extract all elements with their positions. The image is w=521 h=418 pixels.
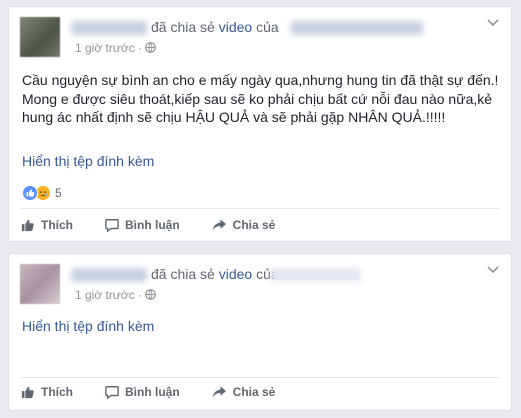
timestamp[interactable]: 1 giờ trước <box>75 288 135 302</box>
post-text: Cầu nguyện sự bình an cho e mấy ngày qua… <box>22 72 499 125</box>
post-meta: 1 giờ trước · <box>75 41 156 55</box>
share-label: Chia sẻ <box>232 385 276 399</box>
show-attachment-link[interactable]: Hiển thị tệp đính kèm <box>22 318 154 334</box>
share-label: Chia sẻ <box>232 218 276 232</box>
of-text: của <box>256 19 279 35</box>
avatar[interactable] <box>20 17 60 57</box>
video-link[interactable]: video <box>219 19 252 35</box>
author-name-blurred[interactable] <box>71 268 147 282</box>
post-card: đã chia sẻ video của 1 giờ trước · Cầu ng… <box>8 6 512 242</box>
like-button[interactable]: Thích <box>21 218 73 232</box>
post-header: đã chia sẻ video của 1 giờ trước · <box>9 7 511 61</box>
post-headline: đã chia sẻ video của <box>151 266 279 282</box>
show-attachment-link[interactable]: Hiển thị tệp đính kèm <box>22 153 154 169</box>
comment-button[interactable]: Bình luận <box>105 385 180 399</box>
post-meta: 1 giờ trước · <box>75 288 156 302</box>
share-action-text: đã chia sẻ <box>151 19 215 35</box>
globe-icon <box>144 289 156 300</box>
post-headline: đã chia sẻ video của <box>151 19 279 35</box>
share-button[interactable]: Chia sẻ <box>212 218 276 232</box>
avatar[interactable] <box>20 264 60 304</box>
divider <box>21 208 499 209</box>
post-actions: Thích Bình luận Chia sẻ <box>21 218 307 232</box>
like-label: Thích <box>41 218 73 232</box>
post-actions: Thích Bình luận Chia sẻ <box>21 385 307 399</box>
share-action-text: đã chia sẻ <box>151 266 215 282</box>
comment-icon <box>105 386 119 399</box>
reaction-count: 5 <box>55 186 62 200</box>
post-card: đã chia sẻ video của 1 giờ trước · Hiển t… <box>8 253 512 411</box>
share-button[interactable]: Chia sẻ <box>212 385 276 399</box>
author-name-blurred[interactable] <box>71 21 147 35</box>
chevron-down-icon[interactable] <box>487 19 499 27</box>
comment-label: Bình luận <box>125 218 180 232</box>
timestamp[interactable]: 1 giờ trước <box>75 41 135 55</box>
like-icon <box>21 386 34 399</box>
like-label: Thích <box>41 385 73 399</box>
page-name-blurred[interactable] <box>291 21 423 35</box>
divider <box>21 377 499 378</box>
like-button[interactable]: Thích <box>21 385 73 399</box>
video-link[interactable]: video <box>219 266 252 282</box>
comment-icon <box>105 219 119 232</box>
share-icon <box>212 219 226 231</box>
post-header: đã chia sẻ video của 1 giờ trước · <box>9 254 511 308</box>
globe-icon <box>144 42 156 53</box>
like-icon <box>21 219 34 232</box>
page-name-blurred[interactable] <box>271 268 361 282</box>
comment-button[interactable]: Bình luận <box>105 218 180 232</box>
comment-label: Bình luận <box>125 385 180 399</box>
chevron-down-icon[interactable] <box>487 266 499 274</box>
share-icon <box>212 386 226 398</box>
reactions-bar[interactable]: 5 <box>22 184 62 202</box>
like-reaction-icon <box>22 185 38 201</box>
